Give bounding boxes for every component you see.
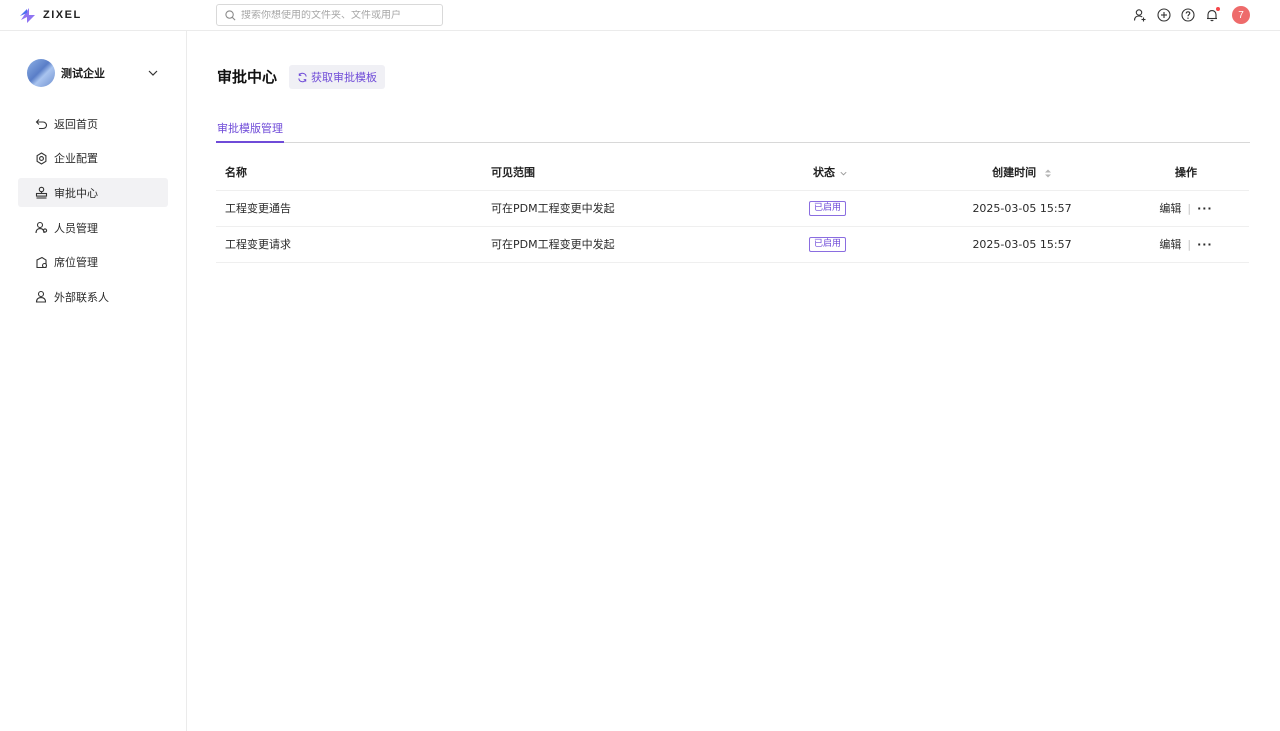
header-status[interactable]: 状态	[781, 155, 901, 191]
status-badge: 已启用	[809, 237, 847, 252]
row-ops: 编辑 | ···	[1143, 226, 1249, 263]
table-row: 工程变更请求 可在PDM工程变更中发起 已启用 2025-03-05 15:57…	[216, 226, 1249, 263]
sidebar-item-label: 企业配置	[54, 152, 98, 166]
row-status-cell: 已启用	[781, 190, 901, 227]
row-name: 工程变更请求	[216, 226, 478, 263]
stamp-icon	[35, 187, 48, 199]
fetch-template-label: 获取审批模板	[311, 71, 377, 84]
edit-link[interactable]: 编辑	[1159, 200, 1181, 216]
header-status-label: 状态	[813, 166, 835, 180]
top-bar: ZIXEL 搜索你想使用的文件夹、文件或用户 7	[0, 0, 1280, 31]
chevron-down-icon	[148, 70, 158, 76]
app-logo[interactable]: ZIXEL	[18, 5, 82, 25]
global-search[interactable]	[216, 4, 443, 26]
company-name: 测试企业	[61, 67, 105, 80]
page-title: 审批中心	[217, 68, 278, 86]
gear-icon	[36, 152, 47, 165]
notification-dot	[1216, 7, 1220, 11]
sidebar: 测试企业 返回首页 企业配置 审批中心 人员管理 席位管理 外部联系人	[0, 31, 187, 731]
row-scope: 可在PDM工程变更中发起	[478, 226, 781, 263]
main-content: 审批中心 获取审批模板 审批模版管理 名称 可见范围 状态 创建时间 操作 工程…	[187, 31, 1280, 731]
sidebar-item-label: 席位管理	[54, 256, 98, 270]
refresh-icon	[298, 72, 307, 82]
back-icon	[35, 119, 48, 130]
more-actions-button[interactable]: ···	[1197, 202, 1213, 215]
sidebar-nav: 返回首页 企业配置 审批中心 人员管理 席位管理 外部联系人	[18, 109, 168, 317]
sidebar-item-label: 审批中心	[54, 186, 98, 200]
company-avatar	[27, 59, 55, 87]
sidebar-item-external-contacts[interactable]: 外部联系人	[18, 282, 168, 311]
search-icon	[225, 9, 236, 20]
ops-divider: |	[1187, 237, 1192, 251]
search-input[interactable]	[241, 9, 431, 21]
row-name: 工程变更通告	[216, 190, 478, 227]
company-switcher[interactable]: 测试企业	[27, 59, 163, 87]
header-created[interactable]: 创建时间	[901, 155, 1143, 191]
add-circle-icon[interactable]	[1156, 7, 1172, 23]
row-scope: 可在PDM工程变更中发起	[478, 190, 781, 227]
add-user-icon[interactable]	[1132, 7, 1148, 23]
template-table: 名称 可见范围 状态 创建时间 操作 工程变更通告 可在PDM工程变更中发起 已…	[216, 155, 1249, 263]
fetch-template-button[interactable]: 获取审批模板	[289, 65, 385, 89]
top-actions: 7	[1132, 6, 1250, 24]
sidebar-item-home[interactable]: 返回首页	[18, 109, 168, 138]
filter-chevron-icon[interactable]	[839, 169, 848, 178]
table-header-row: 名称 可见范围 状态 创建时间 操作	[216, 155, 1249, 191]
row-ops: 编辑 | ···	[1143, 190, 1249, 227]
contact-icon	[35, 291, 47, 303]
ops-divider: |	[1187, 201, 1192, 215]
sidebar-item-label: 返回首页	[54, 117, 98, 131]
more-actions-button[interactable]: ···	[1197, 238, 1213, 251]
seat-icon	[36, 256, 48, 268]
sidebar-item-approval[interactable]: 审批中心	[18, 178, 168, 208]
notification-bell-icon[interactable]	[1204, 7, 1220, 23]
tab-bar: 审批模版管理	[216, 121, 1250, 143]
users-icon	[35, 222, 48, 234]
row-created: 2025-03-05 15:57	[901, 190, 1143, 227]
help-icon[interactable]	[1180, 7, 1196, 23]
sidebar-item-config[interactable]: 企业配置	[18, 144, 168, 173]
tab-template-management[interactable]: 审批模版管理	[216, 121, 284, 143]
header-ops: 操作	[1143, 155, 1249, 191]
sidebar-item-people[interactable]: 人员管理	[18, 213, 168, 242]
zixel-logo-icon	[20, 8, 35, 23]
header-scope: 可见范围	[478, 155, 781, 191]
sidebar-item-label: 外部联系人	[54, 290, 109, 304]
header-name: 名称	[216, 155, 478, 191]
status-badge: 已启用	[809, 201, 847, 216]
brand-name: ZIXEL	[43, 9, 82, 21]
sort-icon[interactable]	[1044, 168, 1052, 179]
user-avatar[interactable]: 7	[1232, 6, 1250, 24]
row-status-cell: 已启用	[781, 226, 901, 263]
sidebar-item-label: 人员管理	[54, 221, 98, 235]
table-row: 工程变更通告 可在PDM工程变更中发起 已启用 2025-03-05 15:57…	[216, 190, 1249, 227]
edit-link[interactable]: 编辑	[1159, 236, 1181, 252]
row-created: 2025-03-05 15:57	[901, 226, 1143, 263]
header-created-label: 创建时间	[992, 166, 1037, 180]
sidebar-item-seats[interactable]: 席位管理	[18, 248, 168, 277]
